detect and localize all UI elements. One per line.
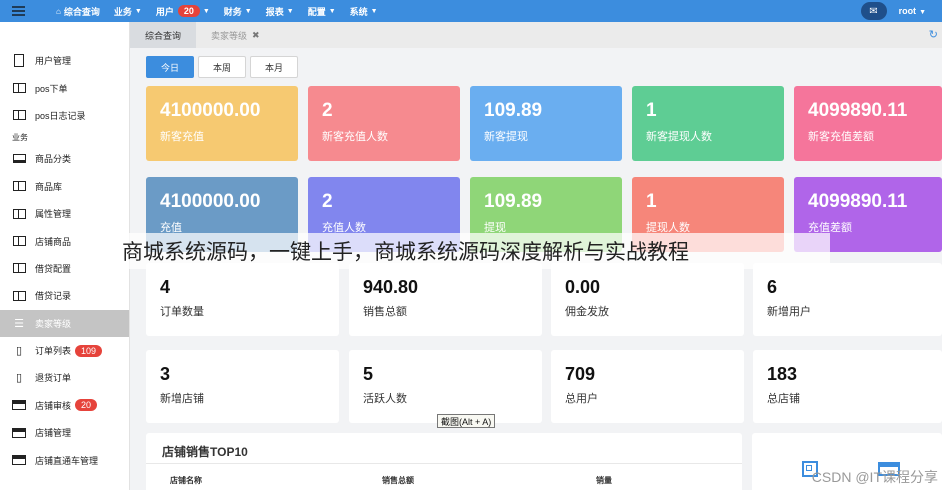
nav-item-finance[interactable]: 财务 ▼ [224, 5, 252, 18]
sidebar-item-product-library[interactable]: 商品库 [0, 173, 129, 200]
main-nav: ⌂ 综合查询 业务 ▼ 用户 20 ▼ 财务 ▼ 报表 ▼ 配置 ▼ 系统 ▼ [56, 0, 392, 22]
summary-total-users: 709 总用户 [551, 350, 744, 423]
sidebar-item-order-list[interactable]: ▯ 订单列表 109 [0, 337, 129, 364]
book-icon [12, 110, 26, 121]
sidebar-item-seller-level[interactable]: ☰ 卖家等级 [0, 309, 129, 337]
tab-overview[interactable]: 综合查询 [130, 22, 197, 48]
sidebar-item-user-management[interactable]: 用户管理 [0, 47, 129, 74]
filter-month-button[interactable]: 本月 [250, 56, 299, 78]
nav-item-system[interactable]: 系统 ▼ [350, 5, 378, 18]
nav-item-business[interactable]: 业务 ▼ [114, 5, 142, 18]
nav-item-home[interactable]: ⌂ 综合查询 [56, 5, 100, 18]
sidebar-item-loan-records[interactable]: 借贷记录 [0, 282, 129, 309]
book-icon [12, 236, 26, 247]
book-icon [12, 208, 26, 219]
card-icon [12, 455, 26, 466]
stat-new-withdraw: 109.89 新客提现 [470, 86, 622, 161]
summary-sales-total: 940.80 销售总额 [349, 263, 542, 336]
document-icon [12, 54, 26, 68]
summary-active-users: 5 活跃人数 [349, 350, 542, 423]
column-header-store-name: 店铺名称 [170, 476, 202, 485]
chat-icon[interactable]: ✉ [860, 2, 887, 20]
panel-title: 店铺销售TOP10 [162, 445, 248, 459]
order-count-badge: 109 [75, 344, 103, 357]
user-menu[interactable]: root ▼ [899, 6, 926, 16]
nav-item-config[interactable]: 配置 ▼ [308, 5, 336, 18]
summary-new-stores: 3 新增店铺 [146, 350, 339, 423]
divider [146, 463, 742, 464]
sidebar-item-product-category[interactable]: 商品分类 [0, 145, 129, 172]
caret-down-icon: ▼ [286, 7, 294, 15]
sidebar-item-pos-log[interactable]: pos日志记录 [0, 102, 129, 129]
sidebar-item-store-promotion[interactable]: 店铺直通车管理 [0, 446, 129, 473]
nav-item-reports[interactable]: 报表 ▼ [266, 5, 294, 18]
filter-today-button[interactable]: 今日 [146, 56, 195, 78]
phone-icon: ▯ [15, 372, 23, 385]
refresh-icon[interactable]: ↻ [929, 28, 938, 41]
menu-toggle-icon[interactable] [0, 0, 36, 22]
column-header-sales-volume: 销量 [596, 476, 612, 485]
sidebar-group-business: 业务 [12, 132, 28, 142]
sidebar-top-spacer [0, 22, 129, 47]
sidebar-item-pos-order[interactable]: pos下单 [0, 74, 129, 101]
stat-new-recharge: 4100000.00 新客充值 [146, 86, 298, 161]
phone-icon: ▯ [15, 345, 23, 358]
summary-total-stores: 183 总店铺 [753, 350, 942, 423]
users-badge: 20 [177, 5, 200, 17]
caret-down-icon: ▼ [244, 7, 252, 15]
column-header-sales-total: 销售总额 [382, 476, 414, 485]
store-sales-top10-panel: 店铺销售TOP10 店铺名称 销售总额 销量 [146, 433, 742, 490]
caret-down-icon: ▼ [202, 7, 210, 15]
topbar-right: ✉ root ▼ [860, 0, 926, 22]
card-icon [12, 427, 26, 438]
watermark: CSDN @IT课程分享 [811, 469, 938, 485]
sidebar-item-attribute-management[interactable]: 属性管理 [0, 200, 129, 227]
tab-strip: 综合查询 卖家等级 ✖ ↻ [130, 22, 942, 48]
caret-down-icon: ▼ [370, 7, 378, 15]
stat-new-withdraw-users: 1 新客提现人数 [632, 86, 784, 161]
stat-new-recharge-diff: 4099890.11 新客充值差额 [794, 86, 942, 161]
nav-item-users[interactable]: 用户 20 ▼ [156, 5, 210, 18]
list-icon: ☰ [14, 317, 24, 330]
screenshot-tooltip: 截图(Alt + A) [437, 414, 496, 428]
overlay-caption: 商城系统源码，一键上手，商城系统源码深度解析与实战教程 [110, 233, 830, 269]
date-range-filter: 今日 本周 本月 [146, 56, 302, 78]
sidebar-item-store-review[interactable]: 店铺审核 20 [0, 392, 129, 419]
book-icon [12, 181, 26, 192]
summary-commission: 0.00 佣金发放 [551, 263, 744, 336]
filter-week-button[interactable]: 本周 [198, 56, 247, 78]
top-navbar: ⌂ 综合查询 业务 ▼ 用户 20 ▼ 财务 ▼ 报表 ▼ 配置 ▼ 系统 ▼ ✉ roo… [0, 0, 942, 22]
sidebar-item-return-orders[interactable]: ▯ 退货订单 [0, 364, 129, 391]
book-icon [12, 290, 26, 301]
caret-down-icon: ▼ [134, 7, 142, 15]
summary-new-users: 6 新增用户 [753, 263, 942, 336]
review-count-badge: 20 [75, 399, 98, 412]
sidebar-item-store-management[interactable]: 店铺管理 [0, 419, 129, 446]
card-icon [12, 400, 26, 411]
stat-new-recharge-users: 2 新客充值人数 [308, 86, 460, 161]
caret-down-icon: ▼ [328, 7, 336, 15]
tab-seller-level[interactable]: 卖家等级 ✖ [196, 22, 275, 48]
book-icon [12, 83, 26, 94]
close-icon[interactable]: ✖ [252, 30, 260, 41]
laptop-icon [12, 153, 26, 164]
caret-down-icon: ▼ [919, 9, 926, 16]
main-content: 今日 本周 本月 4100000.00 新客充值 2 新客充值人数 109.89… [130, 48, 942, 490]
book-icon [12, 263, 26, 274]
summary-order-count: 4 订单数量 [146, 263, 339, 336]
home-icon: ⌂ [56, 6, 61, 16]
